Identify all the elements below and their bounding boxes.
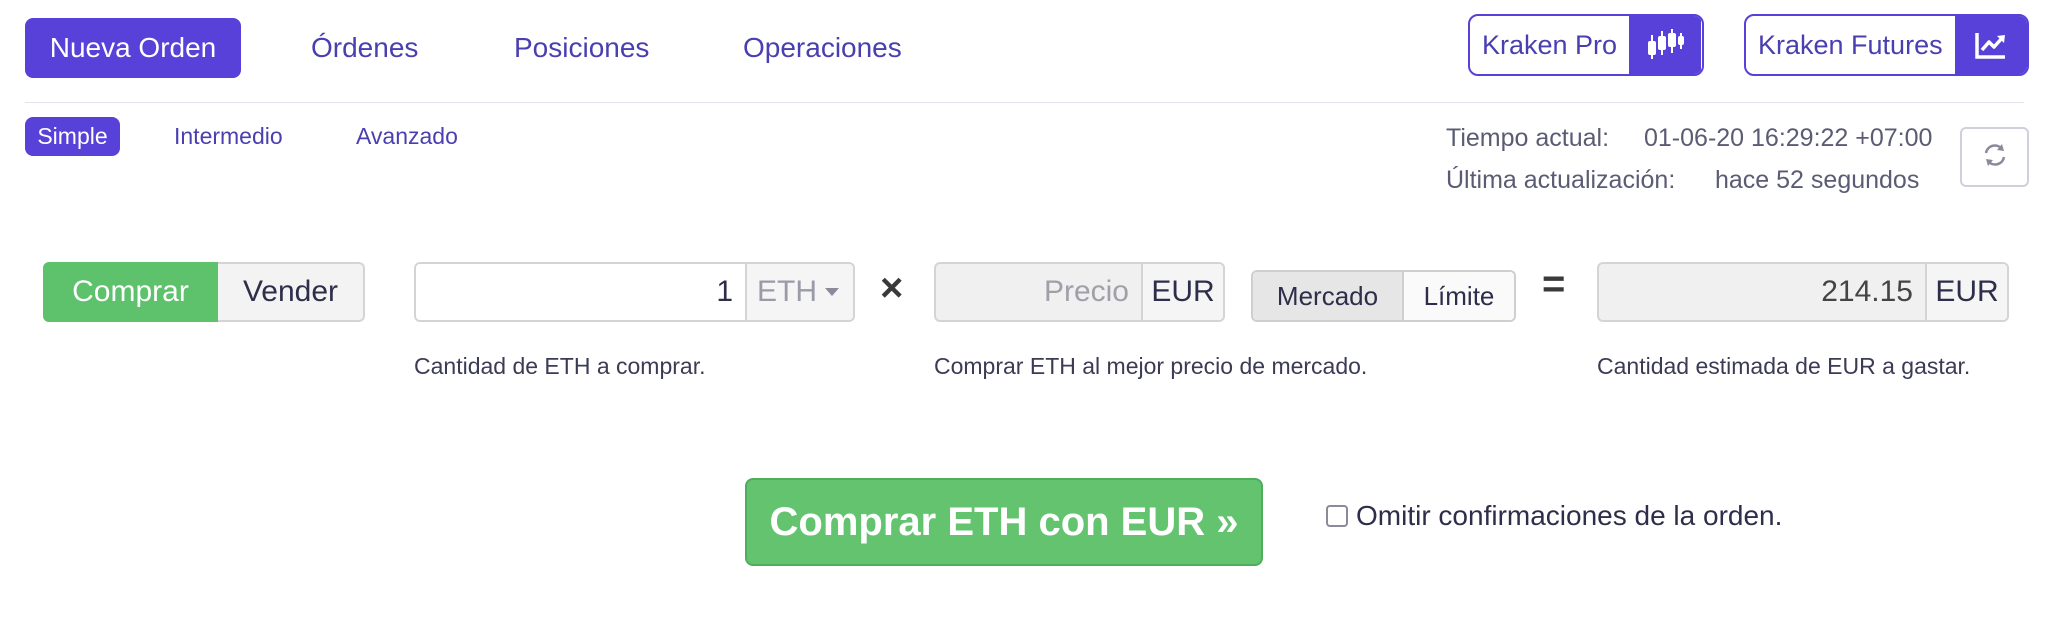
chevron-down-icon: [825, 288, 839, 296]
nav-divider: [25, 102, 2024, 103]
tab-operaciones[interactable]: Operaciones: [743, 18, 902, 78]
kraken-pro-button[interactable]: Kraken Pro: [1468, 14, 1704, 76]
tab-ordenes[interactable]: Órdenes: [311, 18, 418, 78]
subtab-simple[interactable]: Simple: [25, 117, 120, 156]
refresh-button[interactable]: [1960, 127, 2029, 187]
amount-field: 1 ETH: [414, 262, 855, 322]
equals-sign: =: [1542, 262, 1566, 306]
tab-posiciones[interactable]: Posiciones: [514, 18, 649, 78]
total-unit-label: EUR: [1925, 264, 2007, 320]
kraken-futures-label: Kraken Futures: [1758, 29, 1943, 60]
price-help-text: Comprar ETH al mejor precio de mercado.: [934, 353, 1368, 379]
chart-up-icon: [1954, 16, 2027, 74]
amount-help-text: Cantidad de ETH a comprar.: [414, 353, 706, 379]
last-update-value: hace 52 segundos: [1715, 166, 1920, 194]
skip-confirmation-checkbox[interactable]: [1326, 505, 1348, 527]
skip-confirmation-label[interactable]: Omitir confirmaciones de la orden.: [1356, 500, 1782, 532]
kraken-pro-label: Kraken Pro: [1482, 29, 1618, 60]
current-time-label: Tiempo actual:: [1446, 124, 1610, 152]
submit-order-button[interactable]: Comprar ETH con EUR »: [745, 478, 1263, 566]
price-field: Precio EUR: [934, 262, 1225, 322]
amount-unit-label: ETH: [757, 275, 817, 308]
multiply-sign: ×: [880, 266, 904, 310]
order-type-toggle: Mercado Límite: [1251, 270, 1516, 322]
kraken-futures-button[interactable]: Kraken Futures: [1744, 14, 2029, 76]
tab-nueva-orden[interactable]: Nueva Orden: [25, 18, 241, 78]
market-button[interactable]: Mercado: [1253, 272, 1404, 320]
amount-unit-select[interactable]: ETH: [745, 264, 853, 320]
total-value: 214.15: [1821, 275, 1913, 308]
price-input[interactable]: Precio: [936, 264, 1141, 320]
sell-button[interactable]: Vender: [218, 262, 365, 322]
price-unit-label: EUR: [1141, 264, 1223, 320]
buy-button[interactable]: Comprar: [43, 262, 218, 322]
subtab-intermedio[interactable]: Intermedio: [174, 117, 283, 156]
buy-sell-toggle: Comprar Vender: [43, 262, 365, 322]
total-field: 214.15 EUR: [1597, 262, 2009, 322]
total-help-text: Cantidad estimada de EUR a gastar.: [1597, 353, 1971, 379]
refresh-icon: [1981, 141, 2009, 174]
current-time-value: 01-06-20 16:29:22 +07:00: [1644, 124, 1933, 152]
amount-input[interactable]: 1: [416, 264, 745, 320]
candlestick-icon: [1629, 16, 1702, 74]
last-update-label: Última actualización:: [1446, 166, 1676, 194]
limit-button[interactable]: Límite: [1404, 272, 1514, 320]
subtab-avanzado[interactable]: Avanzado: [356, 117, 458, 156]
